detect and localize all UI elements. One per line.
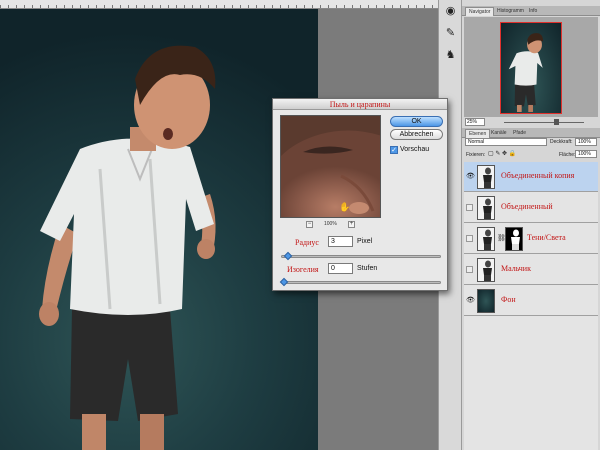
radius-slider-knob[interactable] (283, 251, 293, 261)
preview-checkbox-label: Vorschau (400, 146, 430, 153)
fill-field[interactable]: 100% (575, 150, 597, 158)
threshold-slider[interactable] (279, 277, 441, 287)
navigator-tabs: Navigator Histogramm Info (462, 6, 600, 16)
opacity-label: Deckkraft: (550, 139, 573, 145)
eye-icon[interactable]: 👁 (466, 173, 475, 181)
ok-button[interactable]: OK (390, 116, 443, 127)
radius-label: Радиус (295, 238, 319, 247)
threshold-unit: Stufen (357, 265, 378, 272)
dust-scratches-dialog: Пыль и царапины ✋ − 100% + OK Abbrechen … (272, 98, 448, 291)
navigator-thumbnail (508, 33, 543, 112)
radius-unit: Pixel (357, 238, 373, 245)
navigator-zoom-row: 25% (464, 118, 598, 127)
radius-slider[interactable] (281, 251, 441, 261)
preview-checkbox[interactable]: ✓ (390, 146, 398, 154)
layer-thumbnail (477, 165, 495, 189)
visibility-toggle[interactable] (466, 266, 473, 273)
threshold-input[interactable]: 0 (328, 263, 353, 274)
preview-zoom-value: 100% (324, 221, 337, 227)
navigator-zoom-knob[interactable] (554, 119, 559, 125)
face-closeup (281, 116, 380, 214)
layer-row[interactable]: Мальчик (464, 255, 598, 285)
fill-label: Fläche: (559, 152, 576, 158)
boy-illustration (39, 45, 216, 450)
radius-input[interactable]: 3 (328, 236, 353, 247)
navigator-preview[interactable] (464, 17, 598, 117)
lock-label: Fixieren: (466, 152, 486, 158)
visibility-toggle[interactable] (466, 204, 473, 211)
photoshop-window: ◉ ✎ ♞ Navigator Histogramm Info 25% Eben… (0, 0, 600, 450)
layer-row[interactable]: 👁 Объединенный копия (464, 162, 598, 192)
dialog-title[interactable]: Пыль и царапины (273, 99, 447, 110)
tab-histogram[interactable]: Histogramm (494, 7, 527, 16)
preview-zoom-row: − 100% + (280, 221, 381, 229)
photo-boy (0, 9, 318, 450)
hand-cursor-icon: ✋ (339, 202, 351, 212)
tab-navigator[interactable]: Navigator (465, 7, 495, 16)
layer-name: Объединенный копия (501, 171, 575, 180)
layer-mask-thumbnail[interactable] (505, 227, 523, 251)
lock-icons[interactable]: ▢ ✎ ✥ 🔒 (488, 150, 516, 157)
layer-controls: Normal Deckkraft: 100% Fixieren: ▢ ✎ ✥ 🔒… (464, 137, 598, 161)
zoom-in-button[interactable]: + (348, 221, 355, 228)
brush-icon[interactable]: ✎ (442, 25, 459, 42)
blend-mode-select[interactable]: Normal (465, 138, 547, 146)
clone-stamp-icon[interactable]: ♞ (442, 47, 459, 64)
navigator-zoom-field[interactable]: 25% (465, 118, 485, 126)
cancel-button[interactable]: Abbrechen (390, 129, 443, 140)
tab-info[interactable]: Info (526, 7, 540, 16)
layer-thumbnail (477, 258, 495, 282)
layer-row[interactable]: Объединенный (464, 193, 598, 223)
layer-name: Объединенный (501, 202, 553, 211)
filter-preview[interactable]: ✋ (280, 115, 381, 218)
horizontal-ruler[interactable] (0, 0, 438, 9)
layer-row[interactable]: ⛓ Тени/Света (464, 224, 598, 254)
layer-name: Фон (501, 295, 516, 304)
layer-thumbnail (477, 289, 495, 313)
layer-name: Тени/Света (527, 233, 566, 242)
threshold-slider-knob[interactable] (279, 277, 289, 287)
eye-icon[interactable]: 👁 (466, 297, 475, 305)
layer-thumbnail (477, 227, 495, 251)
layers-list: 👁 Объединенный копия Объединенный ⛓ Тени… (464, 162, 598, 450)
visibility-toggle[interactable] (466, 235, 473, 242)
threshold-label: Изогелия (287, 265, 319, 274)
navigator-zoom-slider[interactable] (504, 122, 584, 123)
panels-dock: Navigator Histogramm Info 25% Ebenen Kan… (462, 0, 600, 450)
eye-dropper-icon[interactable]: ◉ (442, 3, 459, 20)
opacity-field[interactable]: 100% (575, 138, 597, 146)
layer-name: Мальчик (501, 264, 531, 273)
zoom-out-button[interactable]: − (306, 221, 313, 228)
layer-thumbnail (477, 196, 495, 220)
layer-row[interactable]: 👁 Фон (464, 286, 598, 316)
navigator-view-box[interactable] (500, 22, 562, 114)
